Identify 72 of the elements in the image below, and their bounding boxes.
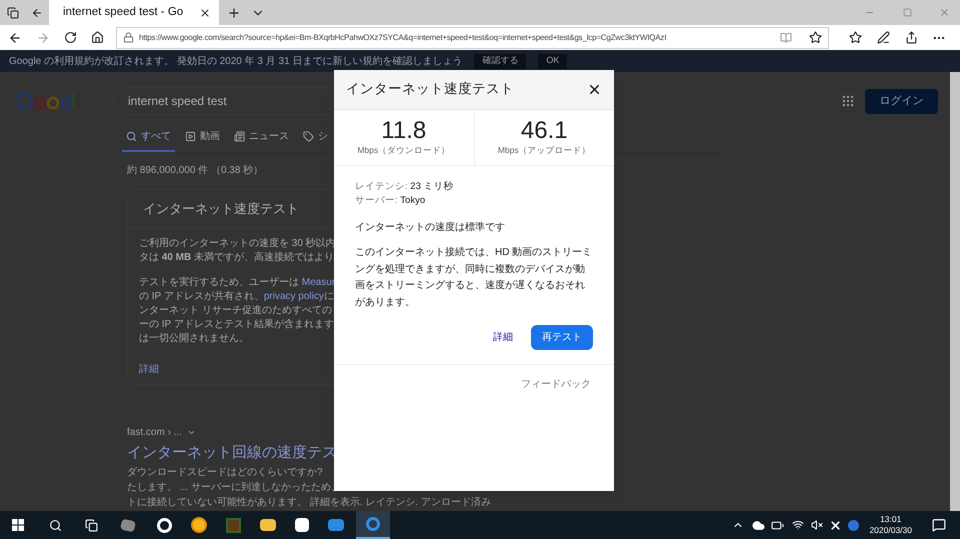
news-icon xyxy=(234,131,245,142)
retest-button[interactable]: 再テスト xyxy=(531,325,593,350)
speed-value: 11.8 xyxy=(381,118,426,144)
card-text-line: テストを実行するため、ユーザーは Measur xyxy=(139,276,336,290)
result-snippet-line: トに接続していない可能性があります。 詳細を表示. レイテンシ. アンロード済み xyxy=(127,496,491,510)
speed-value: 46.1 xyxy=(520,118,568,144)
detail-line: サーバー: Tokyo xyxy=(355,194,426,208)
browser-tab[interactable]: internet speed test - Go xyxy=(49,0,219,25)
card-text-line: は一切公開されません。 xyxy=(139,332,249,346)
details-link[interactable]: 詳細 xyxy=(139,362,159,376)
search-tab[interactable]: シ xyxy=(299,129,332,152)
lock-icon xyxy=(123,32,134,43)
back-icon[interactable] xyxy=(8,30,22,44)
search-tab[interactable]: 動画 xyxy=(181,129,224,152)
card-text-line: ンターネット リサーチ促進のためすべての xyxy=(139,304,332,318)
ring-app-icon[interactable] xyxy=(157,518,172,532)
block-app-icon[interactable] xyxy=(226,518,241,532)
taskbar-app-active[interactable] xyxy=(356,511,390,539)
cloud-icon[interactable] xyxy=(752,518,766,532)
card-text-line: タは 40 MB 未満ですが、高速接続ではより xyxy=(139,250,334,264)
speed-unit: Mbps（アップロード） xyxy=(498,144,591,157)
folder-icon[interactable] xyxy=(260,519,276,531)
card-text-line: ーの IP アドレスとテスト結果が含まれます xyxy=(139,318,334,332)
pen-icon[interactable] xyxy=(877,31,890,44)
notifications-icon[interactable] xyxy=(932,518,946,532)
browser-e-icon xyxy=(366,517,380,531)
star-icon[interactable] xyxy=(809,31,822,44)
scrollbar[interactable] xyxy=(950,72,960,511)
clock[interactable]: 13:01 2020/03/30 xyxy=(869,514,912,536)
banner-button[interactable]: 確認する xyxy=(474,54,526,68)
address-bar[interactable]: https://www.google.com/search?source=hp&ei=Bm-BXqrbHcPahwOXz7SYCA&q=internet+speed+test&oq=internet+speed+test&gs_lcp=CgZwc3ktYWIQAzI xyxy=(116,26,829,48)
result-snippet-line: たします。 ... サーバーに到達しなかったため、 xyxy=(127,480,341,494)
feedback-link[interactable]: フィードバック xyxy=(521,377,591,392)
search-icon[interactable] xyxy=(49,518,62,532)
url-text: https://www.google.com/search?source=hp&ei=Bm-BXqrbHcPahwOXz7SYCA&q=internet+speed+test&oq=internet+speed+test&gs_lcp=CgZwc3ktYWIQAzI xyxy=(139,32,666,44)
circle-app-icon[interactable] xyxy=(191,517,207,533)
refresh-icon[interactable] xyxy=(64,31,77,44)
card-text-line: の IP アドレスが共有され、privacy policyに xyxy=(139,290,334,304)
apps-grid-icon[interactable] xyxy=(841,94,855,108)
close-icon[interactable] xyxy=(199,6,211,18)
details-link[interactable]: 詳細 xyxy=(493,330,513,345)
result-snippet-line: ダウンロードスピードはどのくらいですか? xyxy=(127,466,323,480)
muted-speaker-icon[interactable] xyxy=(811,519,824,531)
banner-button[interactable]: OK xyxy=(538,54,568,68)
windows-start-icon[interactable] xyxy=(12,519,24,531)
login-button[interactable]: ログイン xyxy=(865,88,938,114)
video-icon xyxy=(185,131,196,142)
reading-view-icon[interactable] xyxy=(780,32,792,44)
speed-description: このインターネット接続では、HD 動画のストリーミングを処理できますが、同時に複数のデバイスが動画をストリーミングすると、速度が遅くなるおそれがあります。 xyxy=(355,246,593,310)
tabs-aside-icon[interactable] xyxy=(7,6,19,18)
link[interactable]: Measur xyxy=(302,276,336,288)
search-query: internet speed test xyxy=(128,93,227,110)
home-icon[interactable] xyxy=(91,31,104,44)
new-tab-icon[interactable] xyxy=(227,6,241,20)
share-icon[interactable] xyxy=(905,31,918,44)
cross-icon[interactable] xyxy=(829,518,842,532)
tab-back-icon[interactable] xyxy=(31,6,43,18)
caret-icon[interactable] xyxy=(187,428,196,437)
task-view-icon[interactable] xyxy=(85,518,98,532)
dialog-title: インターネット速度テスト xyxy=(346,80,514,98)
search-tab[interactable]: ニュース xyxy=(230,129,293,152)
banner-text: Google の利用規約が改訂されます。 発効日の 2020 年 3 月 31 日までに新しい規約を確認しましょう xyxy=(9,54,462,68)
search-icon xyxy=(126,131,137,142)
favorites-icon[interactable] xyxy=(849,31,862,44)
speed-unit: Mbps（ダウンロード） xyxy=(357,144,450,157)
result-stats: 約 896,000,000 件 （0.38 秒） xyxy=(127,164,264,178)
link[interactable]: privacy policy xyxy=(264,290,324,302)
battery-icon[interactable] xyxy=(771,518,784,532)
result-breadcrumb: fast.com › ... xyxy=(127,426,182,440)
shopping-icon xyxy=(303,131,314,142)
search-tab[interactable]: すべて xyxy=(122,129,175,152)
tab-title: internet speed test - Go xyxy=(63,4,184,20)
